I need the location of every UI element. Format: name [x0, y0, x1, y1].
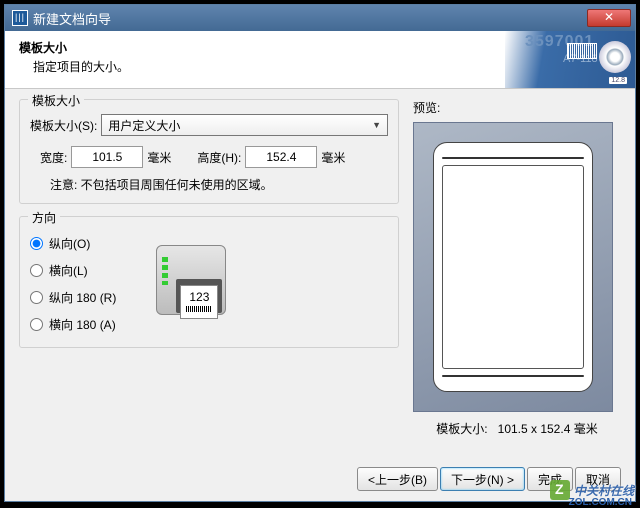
radio-portrait[interactable]: 纵向(O) — [30, 235, 116, 252]
height-label: 高度(H): — [197, 149, 241, 166]
wizard-header: 模板大小 指定项目的大小。 3597001 A7-118 12.8 — [5, 31, 635, 89]
orientation-radios: 纵向(O) 横向(L) 纵向 180 (R) 横向 180 (A) — [30, 231, 116, 333]
radio-portrait-180[interactable]: 纵向 180 (R) — [30, 289, 116, 306]
preview-paper — [433, 142, 593, 392]
size-select-dropdown[interactable]: 用户定义大小 — [101, 114, 388, 136]
radio-landscape-180-label: 横向 180 (A) — [49, 316, 116, 333]
window-title: 新建文档向导 — [33, 9, 587, 28]
printer-icon: 123 — [146, 237, 246, 337]
watermark-url: ZOL.COM.CN — [569, 497, 632, 508]
template-size-group: 模板大小 模板大小(S): 用户定义大小 宽度: 毫米 高度(H): — [19, 99, 399, 204]
radio-portrait-180-label: 纵向 180 (R) — [49, 289, 116, 306]
size-select-value: 用户定义大小 — [108, 117, 180, 134]
right-column: 预览: 模板大小: 101.5 x 152.4 毫米 — [413, 99, 621, 437]
width-unit: 毫米 — [147, 149, 171, 166]
size-select-label: 模板大小(S): — [30, 117, 97, 134]
close-button[interactable]: ✕ — [587, 9, 631, 27]
app-icon — [12, 10, 28, 26]
radio-portrait-label: 纵向(O) — [49, 235, 90, 252]
height-unit: 毫米 — [321, 149, 345, 166]
next-button[interactable]: 下一步(N) > — [440, 467, 525, 491]
printer-sample-barcode-icon — [186, 306, 212, 312]
disc-icon — [599, 41, 631, 73]
back-button[interactable]: <上一步(B) — [357, 467, 438, 491]
radio-landscape-label: 横向(L) — [49, 262, 88, 279]
wizard-body: 模板大小 模板大小(S): 用户定义大小 宽度: 毫米 高度(H): — [5, 89, 635, 447]
preview-caption-value: 101.5 x 152.4 毫米 — [498, 422, 598, 436]
barcode-icon — [567, 43, 597, 59]
preview-caption-prefix: 模板大小: — [436, 422, 487, 436]
preview-box — [413, 122, 613, 412]
width-input[interactable] — [71, 146, 143, 168]
size-legend: 模板大小 — [28, 92, 84, 109]
titlebar: 新建文档向导 ✕ — [5, 5, 635, 31]
width-label: 宽度: — [40, 149, 67, 166]
orientation-group: 方向 纵向(O) 横向(L) 纵向 180 (R) — [19, 216, 399, 348]
size-note: 注意: 不包括项目周围任何未使用的区域。 — [30, 176, 388, 193]
wizard-window: 新建文档向导 ✕ 模板大小 指定项目的大小。 3597001 A7-118 12… — [4, 4, 636, 502]
radio-portrait-input[interactable] — [30, 237, 43, 250]
radio-landscape-input[interactable] — [30, 264, 43, 277]
left-column: 模板大小 模板大小(S): 用户定义大小 宽度: 毫米 高度(H): — [19, 99, 399, 437]
watermark-text: 中关村在线 — [574, 482, 634, 499]
height-input[interactable] — [245, 146, 317, 168]
preview-caption: 模板大小: 101.5 x 152.4 毫米 — [413, 420, 621, 437]
preview-label: 预览: — [413, 99, 621, 116]
radio-landscape[interactable]: 横向(L) — [30, 262, 116, 279]
banner-tag: 12.8 — [609, 77, 627, 84]
orient-legend: 方向 — [28, 209, 60, 226]
preview-paper-inner — [442, 165, 584, 369]
radio-landscape-180[interactable]: 横向 180 (A) — [30, 316, 116, 333]
header-banner: 3597001 A7-118 12.8 — [505, 31, 635, 88]
radio-portrait-180-input[interactable] — [30, 291, 43, 304]
watermark-logo-icon — [550, 480, 570, 500]
printer-sample-number: 123 — [189, 290, 209, 304]
radio-landscape-180-input[interactable] — [30, 318, 43, 331]
